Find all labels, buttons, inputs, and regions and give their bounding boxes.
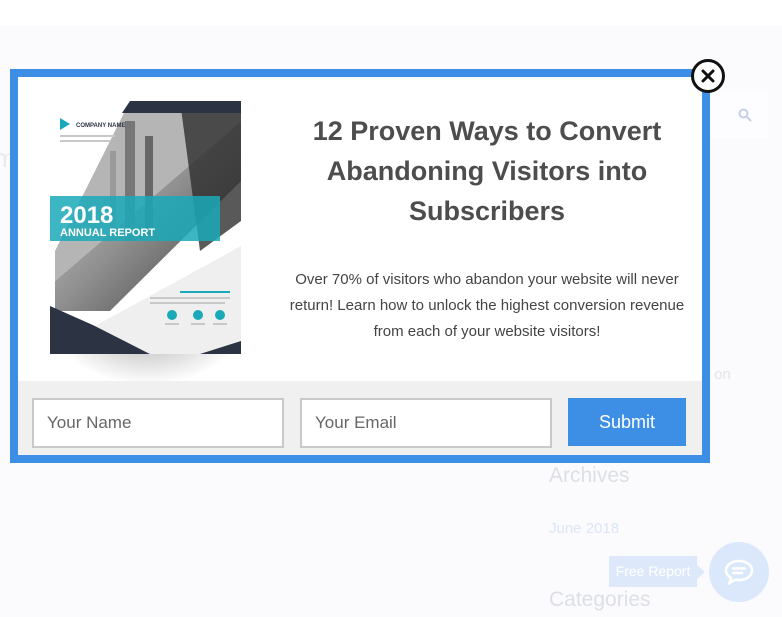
submit-button[interactable]: Submit (568, 398, 686, 446)
archive-link-june-2018[interactable]: June 2018 (549, 520, 619, 537)
close-x-icon (701, 69, 715, 83)
report-cover-image: COMPANY NAME 2018 ANNUAL REPORT (50, 101, 241, 354)
close-popup-button[interactable] (691, 59, 725, 93)
free-report-tab[interactable]: Free Report (609, 556, 705, 587)
search-icon[interactable] (738, 108, 752, 122)
optin-popup: COMPANY NAME 2018 ANNUAL REPORT 12 Prove… (10, 69, 710, 463)
popup-headline: 12 Proven Ways to Convert Abandoning Vis… (312, 116, 662, 226)
page-top-bar (0, 0, 782, 26)
cover-subtitle: ANNUAL REPORT (60, 227, 155, 239)
popup-description: Over 70% of visitors who abandon your we… (289, 271, 685, 340)
chat-icon (724, 559, 754, 585)
cover-year: 2018 (60, 202, 113, 229)
chat-button[interactable] (709, 542, 769, 602)
name-input[interactable] (32, 398, 284, 448)
categories-heading: Categories (549, 588, 651, 611)
email-input[interactable] (300, 398, 552, 448)
archives-heading: Archives (549, 464, 630, 487)
cover-company-name: COMPANY NAME (76, 123, 125, 129)
search-box[interactable] (700, 92, 768, 138)
optin-form: Submit (18, 381, 702, 455)
